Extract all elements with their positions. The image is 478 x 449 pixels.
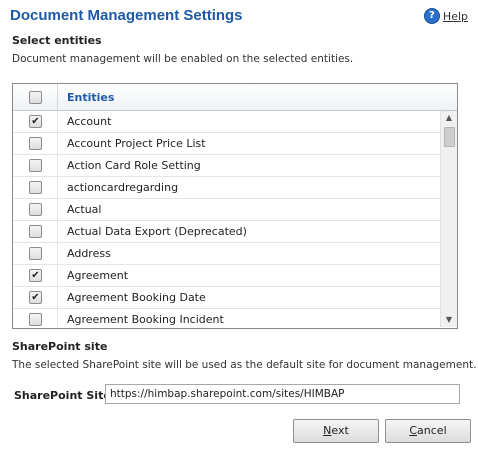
entity-checkbox-cell: ✔ xyxy=(13,265,58,286)
sharepoint-site-description: The selected SharePoint site will be use… xyxy=(12,359,477,371)
entity-row[interactable]: Actual xyxy=(13,199,440,221)
entity-checkbox-cell: ✔ xyxy=(13,287,58,308)
help-label[interactable]: Help xyxy=(443,10,468,23)
entity-checkbox-cell xyxy=(13,243,58,264)
entity-checkbox[interactable]: ✔ xyxy=(29,269,42,282)
sharepoint-site-label: SharePoint Site: xyxy=(14,389,116,402)
grid-scrollbar[interactable]: ▲ ▼ xyxy=(440,111,457,327)
entity-checkbox[interactable] xyxy=(29,225,42,238)
grid-header: Entities xyxy=(13,84,457,111)
entity-label: Agreement Booking Incident xyxy=(67,313,224,326)
sharepoint-site-heading: SharePoint site xyxy=(12,340,108,353)
entity-checkbox-cell xyxy=(13,221,58,242)
entity-label: Agreement Booking Date xyxy=(67,291,206,304)
entity-label: Actual Data Export (Deprecated) xyxy=(67,225,247,238)
scroll-up-arrow-icon[interactable]: ▲ xyxy=(441,111,457,125)
entity-checkbox[interactable] xyxy=(29,313,42,326)
next-button[interactable]: Next xyxy=(293,419,379,443)
entity-checkbox[interactable]: ✔ xyxy=(29,291,42,304)
entity-checkbox-cell xyxy=(13,155,58,176)
entity-row[interactable]: ✔ Agreement xyxy=(13,265,440,287)
cancel-button[interactable]: Cancel xyxy=(385,419,471,443)
sharepoint-site-input[interactable] xyxy=(105,384,460,404)
next-label-rest: ext xyxy=(331,424,349,437)
select-entities-description: Document management will be enabled on t… xyxy=(12,53,354,65)
entity-row[interactable]: actioncardregarding xyxy=(13,177,440,199)
entity-checkbox[interactable] xyxy=(29,137,42,150)
entity-label: Account xyxy=(67,115,112,128)
select-all-cell xyxy=(13,84,58,110)
entity-checkbox-cell xyxy=(13,133,58,154)
entity-checkbox[interactable] xyxy=(29,159,42,172)
entity-checkbox[interactable] xyxy=(29,181,42,194)
entity-checkbox-cell xyxy=(13,309,58,328)
entity-checkbox[interactable]: ✔ xyxy=(29,115,42,128)
entity-row[interactable]: ✔ Account xyxy=(13,111,440,133)
question-icon: ? xyxy=(423,8,440,24)
entity-row[interactable]: ✔ Agreement Booking Date xyxy=(13,287,440,309)
entity-row[interactable]: Agreement Booking Incident xyxy=(13,309,440,328)
entity-checkbox-cell: ✔ xyxy=(13,111,58,132)
select-all-checkbox[interactable] xyxy=(29,91,42,104)
entity-label: Address xyxy=(67,247,111,260)
entity-label: Account Project Price List xyxy=(67,137,206,150)
cancel-label-rest: ancel xyxy=(417,424,447,437)
entity-checkbox[interactable] xyxy=(29,203,42,216)
help-link[interactable]: ? Help xyxy=(423,8,468,24)
entity-row[interactable]: Account Project Price List xyxy=(13,133,440,155)
select-entities-heading: Select entities xyxy=(12,34,102,47)
entity-checkbox[interactable] xyxy=(29,247,42,260)
entity-checkbox-cell xyxy=(13,199,58,220)
page-title: Document Management Settings xyxy=(10,7,243,24)
entity-row[interactable]: Actual Data Export (Deprecated) xyxy=(13,221,440,243)
entity-label: Agreement xyxy=(67,269,129,282)
cancel-access-key: C xyxy=(409,424,418,437)
scroll-down-arrow-icon[interactable]: ▼ xyxy=(441,313,457,327)
entity-row[interactable]: Address xyxy=(13,243,440,265)
entity-label: actioncardregarding xyxy=(67,181,179,194)
entity-row[interactable]: Action Card Role Setting xyxy=(13,155,440,177)
entities-grid: Entities ✔ Account Account Project Price L… xyxy=(12,83,458,329)
scroll-thumb[interactable] xyxy=(444,127,455,147)
entity-label: Action Card Role Setting xyxy=(67,159,201,172)
entities-column-header: Entities xyxy=(67,91,115,104)
entity-label: Actual xyxy=(67,203,102,216)
entity-checkbox-cell xyxy=(13,177,58,198)
entity-rows: ✔ Account Account Project Price List Action… xyxy=(13,111,440,328)
